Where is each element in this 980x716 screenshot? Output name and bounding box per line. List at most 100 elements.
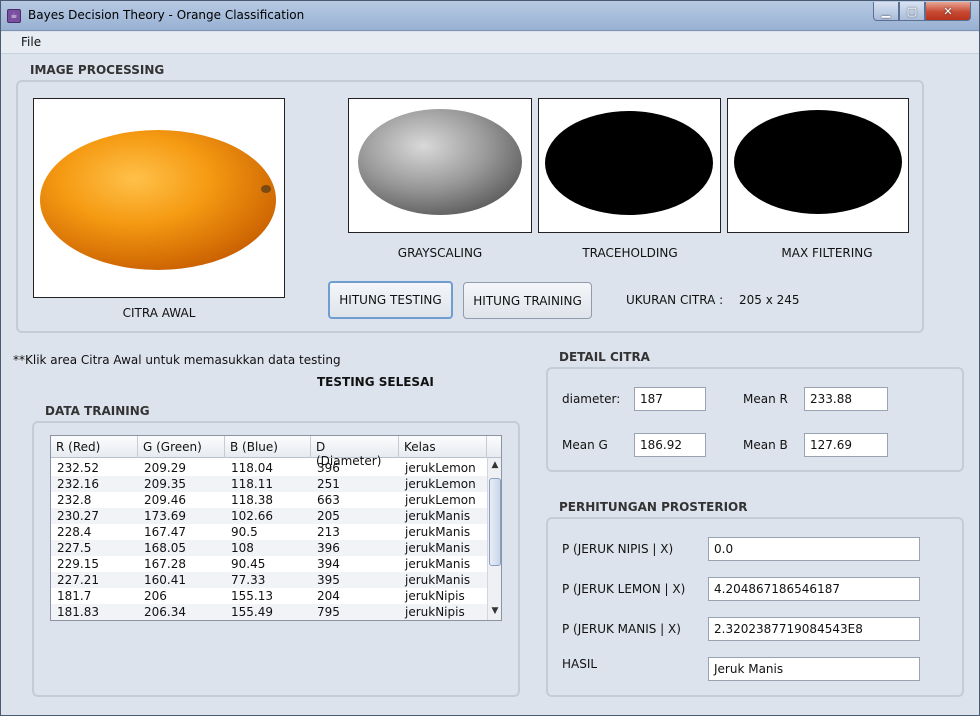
table-row[interactable]: 229.15 167.28 90.45 394 jerukManis [51, 556, 487, 572]
table-cell: jerukManis [405, 541, 471, 555]
p-lemon-field[interactable]: 4.204867186546187 [708, 577, 920, 601]
close-button[interactable]: ✕ [925, 2, 971, 21]
table-cell: 227.21 [57, 573, 99, 587]
table-cell: 396 [317, 461, 340, 475]
table-cell: jerukManis [405, 525, 471, 539]
orange-original-graphic [40, 130, 276, 270]
table-cell: 102.66 [231, 509, 273, 523]
table-cell: 168.05 [144, 541, 186, 555]
p-manis-field[interactable]: 2.3202387719084543E8 [708, 617, 920, 641]
table-row[interactable]: 227.21 160.41 77.33 395 jerukManis [51, 572, 487, 588]
table-row[interactable]: 181.83 206.34 155.49 795 jerukNipis [51, 604, 487, 620]
minimize-button[interactable]: ▁ [873, 2, 899, 21]
mean-b-field[interactable]: 127.69 [804, 433, 888, 457]
table-cell: 251 [317, 477, 340, 491]
table-cell: 108 [231, 541, 254, 555]
detail-citra-panel [546, 367, 964, 472]
table-row[interactable]: 232.8 209.46 118.38 663 jerukLemon [51, 492, 487, 508]
table-cell: 173.69 [144, 509, 186, 523]
mean-b-label: Mean B [743, 438, 788, 452]
table-cell: 155.49 [231, 605, 273, 619]
training-table[interactable]: R (Red) G (Green) B (Blue) D (Diameter) … [50, 435, 502, 621]
table-cell: 205 [317, 509, 340, 523]
table-cell: 232.52 [57, 461, 99, 475]
table-cell: 90.45 [231, 557, 266, 571]
table-cell: 160.41 [144, 573, 186, 587]
window-title: Bayes Decision Theory - Orange Classific… [28, 8, 305, 22]
mean-r-field[interactable]: 233.88 [804, 387, 888, 411]
diameter-field[interactable]: 187 [634, 387, 706, 411]
size-value: 205 x 245 [739, 293, 800, 307]
table-cell: jerukManis [405, 509, 471, 523]
java-app-icon: ☕ [7, 9, 21, 23]
scroll-thumb[interactable] [489, 478, 501, 566]
table-row[interactable]: 232.52 209.29 118.04 396 jerukLemon [51, 460, 487, 476]
col-header-g[interactable]: G (Green) [138, 436, 225, 458]
table-row[interactable]: 227.5 168.05 108 396 jerukManis [51, 540, 487, 556]
table-cell: 213 [317, 525, 340, 539]
table-row[interactable]: 230.27 173.69 102.66 205 jerukManis [51, 508, 487, 524]
table-cell: 663 [317, 493, 340, 507]
table-cell: 90.5 [231, 525, 258, 539]
table-cell: 167.28 [144, 557, 186, 571]
maximize-icon: ▢ [906, 4, 918, 18]
p-nipis-field[interactable]: 0.0 [708, 537, 920, 561]
table-cell: 181.83 [57, 605, 99, 619]
table-cell: 209.35 [144, 477, 186, 491]
grayscale-graphic [358, 109, 522, 215]
table-row[interactable]: 181.7 206 155.13 204 jerukNipis [51, 588, 487, 604]
data-training-label: DATA TRAINING [45, 404, 150, 418]
maximize-button[interactable]: ▢ [899, 2, 925, 21]
detail-citra-label: DETAIL CITRA [559, 350, 650, 364]
hitung-training-button[interactable]: HITUNG TRAINING [463, 282, 592, 319]
scroll-up-icon[interactable]: ▲ [490, 460, 500, 472]
table-cell: 795 [317, 605, 340, 619]
table-cell: 209.46 [144, 493, 186, 507]
mean-g-field[interactable]: 186.92 [634, 433, 706, 457]
original-image[interactable] [33, 98, 285, 298]
grayscale-image [348, 98, 532, 233]
table-cell: jerukLemon [405, 461, 476, 475]
maxfilter-image [727, 98, 909, 233]
table-cell: jerukNipis [405, 605, 465, 619]
table-row[interactable]: 232.16 209.35 118.11 251 jerukLemon [51, 476, 487, 492]
table-cell: jerukManis [405, 573, 471, 587]
table-cell: 232.8 [57, 493, 92, 507]
minimize-icon: ▁ [881, 4, 891, 18]
mean-g-label: Mean G [562, 438, 608, 452]
menu-bar: File [1, 32, 979, 54]
table-cell: 395 [317, 573, 340, 587]
title-bar: ☕ Bayes Decision Theory - Orange Classif… [1, 1, 979, 31]
threshold-graphic [545, 111, 713, 215]
hasil-label: HASIL [562, 657, 598, 671]
size-label: UKURAN CITRA : [626, 293, 724, 307]
hasil-field[interactable]: Jeruk Manis [708, 657, 920, 681]
app-window: ☕ Bayes Decision Theory - Orange Classif… [0, 0, 980, 716]
table-cell: 230.27 [57, 509, 99, 523]
p-lemon-label: P (JERUK LEMON | X) [562, 582, 686, 596]
threshold-image [538, 98, 721, 233]
posterior-label: PERHITUNGAN PROSTERIOR [559, 500, 748, 514]
col-header-d[interactable]: D (Diameter) [311, 436, 399, 468]
hint-text: **Klik area Citra Awal untuk memasukkan … [13, 353, 341, 367]
table-cell: 229.15 [57, 557, 99, 571]
table-cell: 209.29 [144, 461, 186, 475]
table-cell: jerukLemon [405, 477, 476, 491]
scroll-down-icon[interactable]: ▼ [490, 606, 500, 618]
table-cell: 206.34 [144, 605, 186, 619]
hitung-testing-button[interactable]: HITUNG TESTING [328, 281, 453, 319]
col-header-b[interactable]: B (Blue) [225, 436, 311, 458]
table-cell: 232.16 [57, 477, 99, 491]
table-row[interactable]: 228.4 167.47 90.5 213 jerukManis [51, 524, 487, 540]
table-scrollbar[interactable]: ▲ ▼ [487, 458, 501, 620]
caption-grayscaling: GRAYSCALING [397, 246, 483, 260]
menu-file[interactable]: File [21, 35, 41, 49]
table-cell: 204 [317, 589, 340, 603]
col-header-r[interactable]: R (Red) [51, 436, 138, 458]
table-cell: 77.33 [231, 573, 266, 587]
p-manis-label: P (JERUK MANIS | X) [562, 622, 681, 636]
diameter-label: diameter: [562, 392, 621, 406]
table-cell: jerukManis [405, 557, 471, 571]
col-header-kelas[interactable]: Kelas [399, 436, 487, 458]
table-cell: 206 [144, 589, 167, 603]
